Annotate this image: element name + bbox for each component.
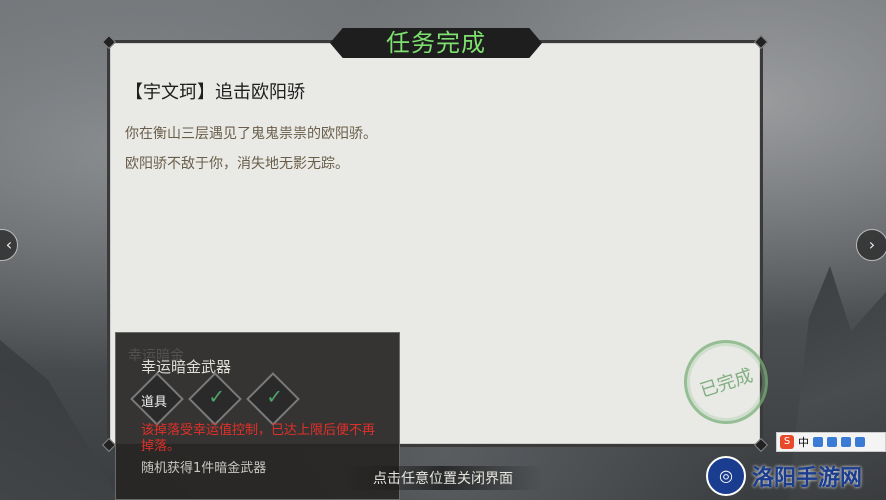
microphone-icon[interactable] (813, 437, 823, 447)
quest-line: 你在衡山三层遇见了鬼鬼祟祟的欧阳骄。 (125, 126, 377, 142)
quest-title: 【宇文珂】追击欧阳骄 (125, 82, 305, 103)
watermark-logo-icon: ◎ (706, 456, 746, 496)
chevron-right-icon: › (868, 235, 876, 254)
corner-ornament (101, 34, 117, 50)
close-hint-text: 点击任意位置关闭界面 (343, 466, 543, 490)
grid-icon[interactable] (855, 437, 865, 447)
stamp-text: 已完成 (697, 365, 756, 402)
ime-logo-icon: S (780, 435, 794, 449)
corner-ornament (753, 34, 769, 50)
watermark-text: 洛阳手游网 (752, 466, 863, 491)
ime-toolbar[interactable]: S 中 (776, 432, 886, 452)
skin-icon[interactable] (841, 437, 851, 447)
item-slot[interactable]: ✓ (246, 372, 300, 426)
drop-limit-warning: 该掉落受幸运值控制，已达上限后便不再掉落。 (141, 423, 376, 454)
site-watermark: ◎ 洛阳手游网 (706, 456, 862, 496)
completed-stamp: 已完成 (673, 329, 779, 435)
quest-line: 欧阳骄不敌于你，消失地无影无踪。 (125, 156, 349, 172)
ime-mode[interactable]: 中 (798, 434, 809, 450)
corner-ornament (753, 437, 769, 453)
check-icon: ✓ (208, 384, 226, 409)
chevron-left-icon: ‹ (5, 235, 13, 254)
next-page-button[interactable]: › (856, 229, 886, 261)
item-type-label: 道具 (141, 395, 168, 410)
quest-description: 你在衡山三层遇见了鬼鬼祟祟的欧阳骄。 欧阳骄不敌于你，消失地无影无踪。 (125, 119, 377, 179)
check-icon: ✓ (266, 384, 284, 409)
item-slot[interactable]: ✓ (188, 372, 242, 426)
prev-page-button[interactable]: ‹ (0, 229, 18, 261)
page-title: 任务完成 (330, 28, 542, 58)
corner-ornament (101, 437, 117, 453)
keyboard-icon[interactable] (827, 437, 837, 447)
